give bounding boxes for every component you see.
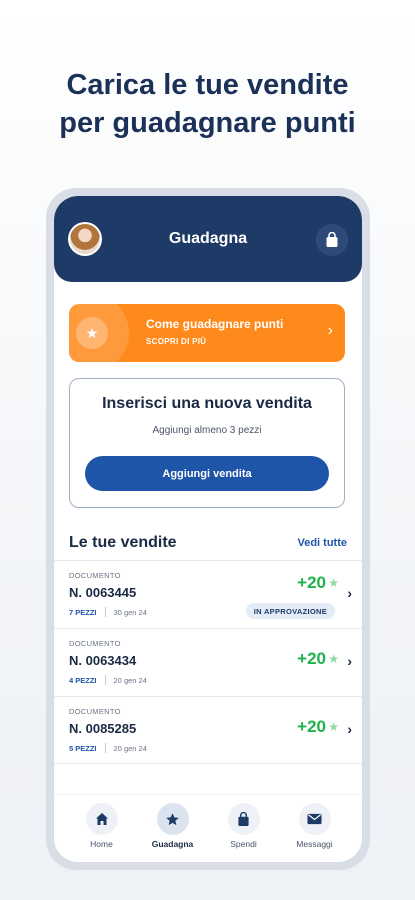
chevron-right-icon: › (347, 653, 352, 669)
nav-item-spendi[interactable]: Spendi (214, 795, 274, 862)
star-icon: ★ (76, 317, 108, 349)
how-to-earn-banner[interactable]: ★ Come guadagnare punti SCOPRI DI PIÙ › (69, 304, 345, 362)
document-number: N. 0085285 (69, 721, 137, 736)
pieces-count: 4 PEZZI (69, 675, 97, 685)
add-sale-button[interactable]: Aggiungi vendita (85, 456, 329, 491)
divider (104, 675, 106, 685)
sale-row[interactable]: DOCUMENTO N. 0085285 5 PEZZI 20 gen 24 +… (54, 696, 362, 764)
headline-line-1: Carica le tue vendite (66, 69, 349, 101)
sale-date: 20 gen 24 (113, 743, 147, 753)
home-icon (85, 803, 118, 835)
nav-label: Guadagna (151, 839, 194, 849)
nav-item-guadagna[interactable]: Guadagna (143, 795, 203, 862)
star-icon: ★ (328, 576, 339, 590)
nav-label: Home (90, 839, 113, 849)
status-badge: IN APPROVAZIONE (245, 603, 335, 619)
sale-date: 20 gen 24 (113, 675, 147, 685)
chevron-right-icon: › (327, 322, 333, 339)
shopping-bag-button[interactable] (316, 224, 348, 256)
pieces-count: 5 PEZZI (69, 743, 97, 753)
shopping-bag-icon (326, 232, 338, 247)
sale-meta: 4 PEZZI 20 gen 24 (69, 675, 147, 685)
chevron-right-icon: › (347, 585, 352, 601)
nav-label: Messaggi (296, 839, 333, 849)
document-number: N. 0063434 (69, 653, 137, 668)
phone-frame: Guadagna ★ Come guadagnare punti SCOPRI … (46, 188, 370, 870)
top-bar: Guadagna (54, 196, 362, 282)
sales-section-title: Le tue vendite (69, 534, 177, 551)
sale-date: 30 gen 24 (113, 607, 147, 617)
star-icon (156, 803, 189, 835)
points-value: +20 (297, 717, 326, 736)
divider (104, 607, 106, 617)
banner-title: Come guadagnare punti (146, 317, 284, 331)
points-value: +20 (297, 649, 326, 668)
nav-item-home[interactable]: Home (72, 795, 132, 862)
document-label: DOCUMENTO (69, 571, 121, 580)
new-sale-card: Inserisci una nuova vendita Aggiungi alm… (69, 378, 345, 508)
nav-item-messaggi[interactable]: Messaggi (285, 795, 345, 862)
sale-meta: 5 PEZZI 20 gen 24 (69, 743, 147, 753)
sale-row[interactable]: DOCUMENTO N. 0063445 7 PEZZI 30 gen 24 +… (54, 560, 362, 628)
app-screen: Guadagna ★ Come guadagnare punti SCOPRI … (54, 196, 362, 862)
points-value: +20 (297, 573, 326, 592)
star-icon: ★ (328, 652, 339, 666)
shopping-bag-icon (227, 803, 260, 835)
document-number: N. 0063445 (69, 585, 137, 600)
chevron-right-icon: › (347, 721, 352, 737)
new-sale-subtitle: Aggiungi almeno 3 pezzi (152, 425, 262, 436)
document-label: DOCUMENTO (69, 639, 121, 648)
page-headline: Carica le tue vendite per guadagnare pun… (0, 66, 415, 142)
avatar[interactable] (68, 222, 102, 256)
headline-line-2: per guadagnare punti (59, 107, 356, 139)
sale-meta: 7 PEZZI 30 gen 24 (69, 607, 147, 617)
star-icon: ★ (328, 720, 339, 734)
mail-icon (298, 803, 331, 835)
nav-label: Spendi (230, 839, 257, 849)
document-label: DOCUMENTO (69, 707, 121, 716)
see-all-link[interactable]: Vedi tutte (297, 537, 347, 549)
avatar-image (70, 224, 100, 254)
bottom-navigation: Home Guadagna Spendi Messaggi (54, 794, 362, 862)
pieces-count: 7 PEZZI (69, 607, 97, 617)
sale-row[interactable]: DOCUMENTO N. 0063434 4 PEZZI 20 gen 24 +… (54, 628, 362, 696)
divider (104, 743, 106, 753)
new-sale-title: Inserisci una nuova vendita (102, 395, 312, 412)
page-title: Guadagna (168, 230, 248, 247)
banner-subtitle: SCOPRI DI PIÙ (146, 337, 207, 346)
